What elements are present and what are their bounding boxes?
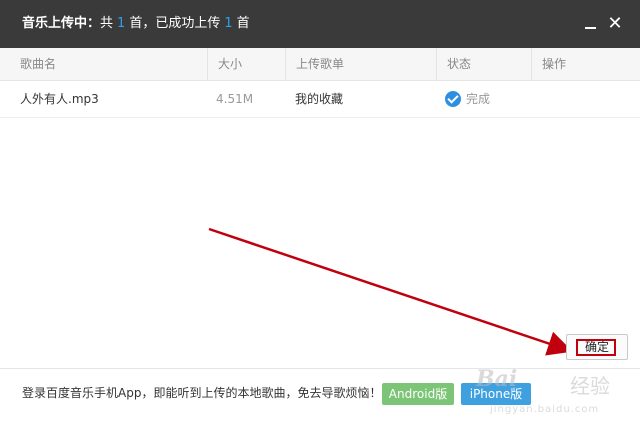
watermark-url: jingyan.baidu.com [490,404,600,415]
annotation-highlight-box [576,339,616,356]
song-size: 4.51M [216,92,254,106]
column-status: 状态 [436,48,531,80]
dialog-title: 音乐上传中： [22,16,101,31]
minimize-icon[interactable] [582,14,602,34]
title-bar: 音乐上传中：共 1 首，已成功上传 1 首 ✕ [0,0,640,48]
upload-dialog: 音乐上传中：共 1 首，已成功上传 1 首 ✕ 歌曲名 大小 上传歌单 状态 操作 人外… [0,0,640,422]
column-action: 操作 [531,48,640,80]
close-icon[interactable]: ✕ [605,14,625,34]
column-playlist: 上传歌单 [285,48,436,80]
title-suffix: 首 [236,16,250,31]
android-button[interactable]: Android版 [382,383,454,405]
total-count: 1 [117,16,126,31]
column-song-name: 歌曲名 [20,57,57,71]
table-row: 人外有人.mp3 4.51M 我的收藏 完成 [0,82,640,118]
title-prefix: 共 [100,16,114,31]
success-count: 1 [224,16,233,31]
song-name: 人外有人.mp3 [20,92,99,106]
song-status: 完成 [466,92,491,106]
footer-divider [0,368,640,369]
promo-text: 登录百度音乐手机App，即能听到上传的本地歌曲，免去导歌烦恼！ [22,386,382,400]
iphone-button[interactable]: iPhone版 [461,383,531,405]
column-size: 大小 [207,48,285,80]
check-circle-icon [445,91,461,107]
table-header: 歌曲名 大小 上传歌单 状态 操作 [0,48,640,81]
watermark-brand-tail: 经验 [570,374,610,398]
song-playlist: 我的收藏 [295,92,344,106]
title-middle: 首，已成功上传 [129,16,221,31]
